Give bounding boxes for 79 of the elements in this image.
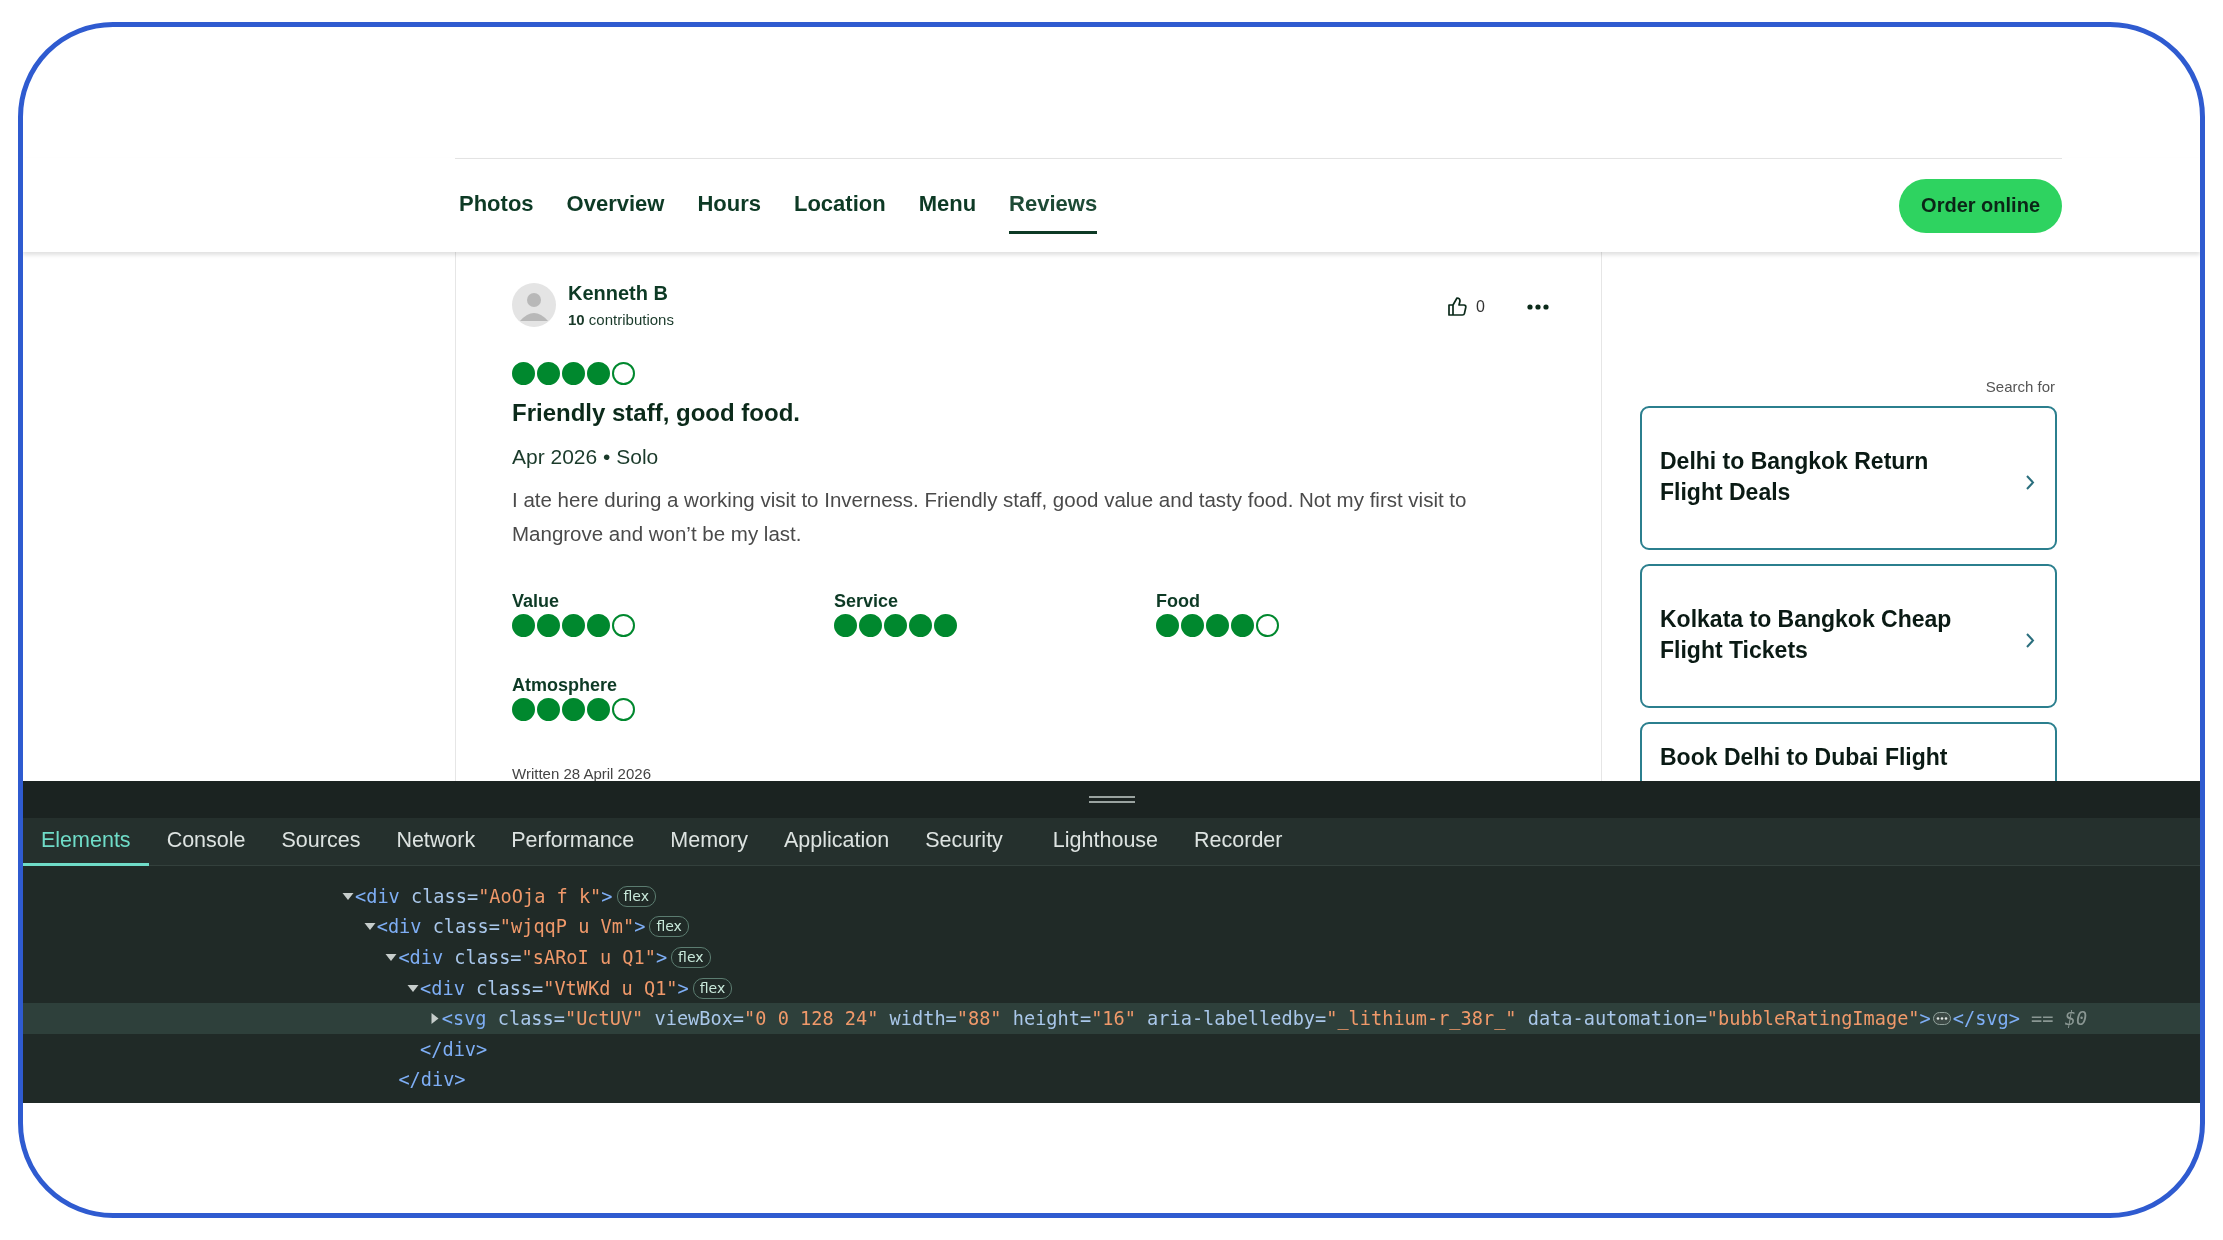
code-text: <div class="sARoI u Q1"> [398,947,668,968]
nav-tab[interactable]: Location [793,177,886,234]
rating-label: Service [834,591,900,612]
bubble-icon [909,614,932,637]
rating-label: Food [1156,591,1201,612]
thumbs-up-icon[interactable] [1447,296,1469,317]
review-date: Apr 2026 • Solo [512,445,660,469]
code-text: <svg class="UctUV" viewBox="0 0 128 24" width="88" height="16" aria-labelledby="_lithium-r_38r_" data-automation="bubbleRatingImage"> [441,1008,1931,1030]
helpful-count: 0 [1476,297,1485,316]
nav-tab[interactable]: Overview [566,177,665,234]
bubble-icon [1181,614,1204,637]
dom-node-row[interactable]: <div class="VtWKd u Q1"> flex [23,972,2200,1004]
bubble-icon [587,362,610,385]
bubble-icon [1206,614,1229,637]
chevron-right-icon [2025,474,2035,491]
devtools-tab[interactable]: Console [148,818,264,866]
nav-tab[interactable]: Hours [697,177,761,234]
devtools-tab[interactable]: Elements [23,818,149,866]
bubble-icon [834,614,857,637]
resize-handle-icon[interactable] [1088,796,1135,803]
nav-tab[interactable]: Photos [459,177,534,234]
devtools-tab[interactable]: Memory [652,818,766,866]
chevron-right-icon [2025,632,2035,649]
contributions-count: 10 contributions [568,311,674,328]
devtools-tab[interactable]: Security [907,818,1021,866]
bubble-icon [512,698,535,721]
bubble-icon [537,614,560,637]
devtools-tab[interactable]: Recorder [1176,818,1301,866]
flex-badge[interactable]: flex [649,916,689,938]
bubble-icon [1256,614,1279,637]
flight-deal-link[interactable]: Delhi to Bangkok Return Flight Deals [1640,406,2057,550]
bubble-icon [562,362,585,385]
bubble-icon [884,614,907,637]
more-options-icon[interactable] [1527,303,1549,310]
code-text: </svg> == $0 [1952,1008,2088,1030]
flex-badge[interactable]: flex [616,885,656,907]
avatar-icon [512,283,556,327]
order-online-button[interactable]: Order online [1899,178,2062,233]
bubble-icon [562,614,585,637]
code-text: <div class="wjqqP u Vm"> [376,916,646,938]
code-text: <div class="VtWKd u Q1"> [420,977,689,999]
bubble-icon [1156,614,1179,637]
bubble-icon [537,362,560,385]
dom-node-row[interactable]: <div class="AoOja f k"> flex [23,881,2200,912]
code-text: </div> [398,1069,466,1091]
bubble-icon [1231,614,1254,637]
bubble-icon [859,614,882,637]
bubble-icon [587,614,610,637]
search-for-label: Search for [1984,378,2056,395]
bubble-icon [537,698,560,721]
devtools-tab[interactable]: Application [766,818,908,866]
bubble-icon [612,614,635,637]
bubble-icon [934,614,957,637]
flight-deal-link[interactable]: Kolkata to Bangkok Cheap Flight Tickets [1640,564,2057,708]
bubble-icon [512,614,535,637]
devtools-tab[interactable]: Network [378,818,494,866]
review-title[interactable]: Friendly staff, good food. [512,399,1561,427]
dom-node-row[interactable]: <div class="sARoI u Q1"> flex [23,942,2200,973]
code-text: </div> [420,1038,488,1060]
bubble-icon [562,698,585,721]
bubble-icon [587,698,610,721]
bubble-icon [612,362,635,385]
bubble-icon [612,698,635,721]
dom-node-row[interactable]: <div class="wjqqP u Vm"> flex [23,911,2200,943]
dom-node-row[interactable]: <svg class="UctUV" viewBox="0 0 128 24" width="88" height="16" aria-labelledby="_lithium-r_38r_" data-automation="bubbleRatingImage"> </svg> == $0 [23,1003,2200,1034]
bubble-icon [512,362,535,385]
flex-badge[interactable]: flex [671,947,711,968]
rating-label: Atmosphere [512,675,619,696]
flex-badge[interactable]: flex [692,977,733,999]
nav-tab[interactable]: Reviews [1009,177,1098,234]
code-text: <div class="AoOja f k"> [355,885,613,907]
devtools-tab[interactable]: Sources [263,818,379,866]
rating-label: Value [512,591,561,612]
review-text: I ate here during a working visit to Inverness. Friendly staff, good value and tasty food. Not my first visit to Mangrove and won’t be my last. [512,487,1468,547]
reviewer-name[interactable]: Kenneth B [568,282,674,305]
ellipsis-icon[interactable] [1932,1012,1951,1026]
devtools-tab[interactable]: Performance [493,818,653,866]
nav-tab[interactable]: Menu [918,177,977,234]
devtools-tab[interactable]: Lighthouse [1034,818,1177,866]
